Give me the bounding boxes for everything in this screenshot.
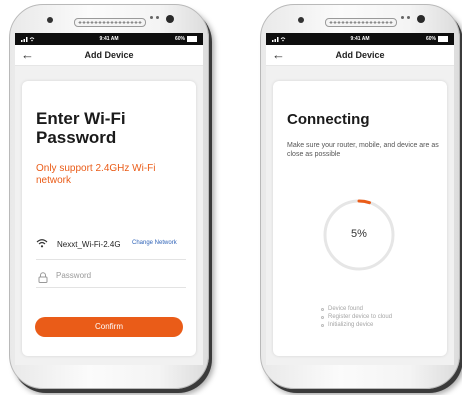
sensor-dot bbox=[150, 16, 153, 19]
nav-bar: ← Add Device bbox=[15, 45, 203, 66]
camera-icon bbox=[47, 17, 53, 23]
step-item: Initializing device bbox=[321, 321, 441, 329]
progress-percent: 5% bbox=[351, 228, 367, 240]
connecting-card: Connecting Make sure your router, mobile… bbox=[273, 81, 447, 356]
phone-frame-right: 9:41 AM 60% ← Add Device Connecting Make… bbox=[260, 4, 460, 389]
password-card: Enter Wi-Fi Password Only support 2.4GHz… bbox=[22, 81, 196, 356]
heading: Connecting bbox=[287, 111, 370, 128]
confirm-button[interactable]: Confirm bbox=[35, 317, 183, 337]
home-area bbox=[261, 366, 459, 388]
home-area bbox=[10, 366, 208, 388]
divider bbox=[36, 287, 186, 288]
password-input[interactable] bbox=[56, 269, 176, 281]
lock-icon bbox=[38, 270, 48, 283]
frequency-warning: Only support 2.4GHz Wi-Fi network bbox=[36, 163, 156, 186]
camera-icon bbox=[298, 17, 304, 23]
front-sensor bbox=[417, 15, 425, 23]
wifi-network-row: Nexxt_Wi-Fi-2.4G Change Network bbox=[36, 237, 192, 253]
password-row bbox=[36, 267, 186, 285]
screen-enter-password: 9:41 AM 60% ← Add Device Enter Wi-Fi Pas… bbox=[15, 33, 203, 365]
front-sensor bbox=[166, 15, 174, 23]
page-title: Add Device bbox=[84, 50, 134, 60]
screen-connecting: 9:41 AM 60% ← Add Device Connecting Make… bbox=[266, 33, 454, 365]
progress-ring: 5% bbox=[321, 197, 397, 273]
earpiece-speaker bbox=[74, 18, 146, 27]
connection-steps: Device found Register device to cloud In… bbox=[321, 305, 441, 329]
wifi-ssid: Nexxt_Wi-Fi-2.4G bbox=[57, 240, 121, 249]
phone-frame-left: 9:41 AM 60% ← Add Device Enter Wi-Fi Pas… bbox=[9, 4, 209, 389]
battery-indicator: 60% bbox=[175, 36, 197, 42]
status-bar: 9:41 AM 60% bbox=[266, 33, 454, 45]
status-bar: 9:41 AM 60% bbox=[15, 33, 203, 45]
step-item: Device found bbox=[321, 305, 441, 313]
sensor-dot bbox=[156, 16, 159, 19]
battery-percent: 60% bbox=[425, 36, 436, 42]
sensor-dot bbox=[401, 16, 404, 19]
battery-percent: 60% bbox=[174, 36, 185, 42]
change-network-link[interactable]: Change Network bbox=[132, 240, 177, 246]
step-label: Initializing device bbox=[328, 322, 374, 328]
step-label: Register device to cloud bbox=[328, 314, 393, 320]
step-item: Register device to cloud bbox=[321, 313, 441, 321]
battery-icon bbox=[438, 36, 448, 42]
page-title: Add Device bbox=[335, 50, 385, 60]
wifi-icon bbox=[36, 238, 48, 248]
battery-indicator: 60% bbox=[426, 36, 448, 42]
divider bbox=[36, 259, 186, 260]
heading: Enter Wi-Fi Password bbox=[36, 109, 126, 147]
battery-icon bbox=[187, 36, 197, 42]
nav-bar: ← Add Device bbox=[266, 45, 454, 66]
sensor-dot bbox=[407, 16, 410, 19]
proximity-hint: Make sure your router, mobile, and devic… bbox=[287, 142, 439, 158]
step-label: Device found bbox=[328, 306, 364, 312]
earpiece-speaker bbox=[325, 18, 397, 27]
